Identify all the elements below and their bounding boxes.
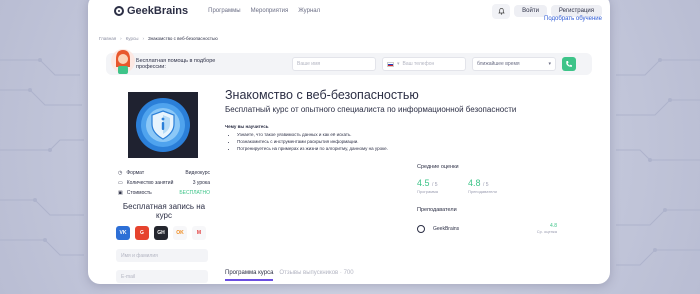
learn-heading: Чему вы научитесь bbox=[225, 124, 269, 129]
teacher-name: GeekBrains bbox=[433, 225, 460, 232]
phone-placeholder: Ваш телефон bbox=[402, 61, 435, 67]
github-login-icon[interactable]: GH bbox=[154, 226, 168, 240]
nav-link-programs[interactable]: Программы bbox=[208, 8, 240, 14]
shield-icon bbox=[136, 98, 190, 152]
odnoklassniki-login-icon[interactable]: OK bbox=[173, 226, 187, 240]
logo-text: GeekBrains bbox=[127, 5, 189, 17]
info-row-price: ▣ Стоимость БЕСПЛАТНО bbox=[118, 190, 210, 196]
rating-program-value: 4.5 bbox=[417, 178, 430, 188]
call-time-select[interactable]: ближайшее время ▾ bbox=[472, 57, 556, 71]
course-subtitle: Бесплатный курс от опытного специалиста … bbox=[225, 105, 517, 114]
breadcrumb: Главная › Курсы › Знакомство с веб-безоп… bbox=[88, 36, 610, 41]
rating-program-label: Программа bbox=[417, 189, 438, 194]
enroll-name-input[interactable]: Имя и фамилия bbox=[116, 249, 208, 262]
consultation-bar: Бесплатная помощь в подборе профессии: В… bbox=[106, 49, 592, 75]
assistant-avatar-icon bbox=[111, 49, 135, 74]
top-navigation: GeekBrains Программы Мероприятия Журнал … bbox=[88, 0, 610, 22]
average-ratings: Средние оценки 4.5 / 5 Программа 4.8 / 5… bbox=[417, 164, 497, 194]
format-label: Формат bbox=[126, 170, 145, 176]
lessons-label: Количество занятий bbox=[126, 180, 174, 186]
monitor-icon: ▭ bbox=[118, 180, 123, 186]
teacher-avatar bbox=[417, 224, 425, 233]
course-title: Знакомство с веб-безопасностью bbox=[225, 88, 419, 102]
enroll-email-input[interactable]: E-mail bbox=[116, 270, 208, 283]
rating-program-max: / 5 bbox=[432, 182, 438, 188]
nav-link-journal[interactable]: Журнал bbox=[298, 8, 320, 14]
consultation-text: Бесплатная помощь в подборе профессии: bbox=[136, 58, 216, 70]
teachers-heading: Преподаватели bbox=[417, 207, 457, 213]
nav-link-events[interactable]: Мероприятия bbox=[251, 8, 289, 14]
rating-teachers-label: Преподаватели bbox=[467, 189, 497, 194]
pick-training-link[interactable]: Подобрать обучение bbox=[544, 16, 602, 22]
ratings-row: 4.5 / 5 Программа 4.8 / 5 Преподаватели bbox=[417, 178, 497, 194]
teachers-section: Преподаватели GeekBrains 4.8 Ср. оценка bbox=[417, 207, 557, 234]
breadcrumb-home[interactable]: Главная bbox=[99, 36, 116, 41]
rating-program: 4.5 / 5 Программа bbox=[417, 178, 438, 194]
call-time-value: ближайшее время bbox=[477, 61, 520, 67]
teacher-score: 4.8 Ср. оценка bbox=[537, 223, 557, 234]
bell-icon[interactable] bbox=[492, 3, 511, 19]
russia-flag-icon bbox=[387, 61, 394, 67]
login-button[interactable]: Войти bbox=[514, 5, 547, 17]
course-header: Знакомство с веб-безопасностью Бесплатны… bbox=[225, 88, 605, 153]
phone-country-chevron-icon[interactable]: ▾ bbox=[397, 61, 400, 67]
chevron-down-icon: ▾ bbox=[548, 61, 551, 67]
info-row-lessons: ▭ Количество занятий 3 урока bbox=[118, 180, 210, 186]
rating-teachers: 4.8 / 5 Преподаватели bbox=[468, 178, 497, 194]
rating-teachers-value: 4.8 bbox=[467, 178, 481, 188]
learn-item: Познакомитесь с инструментами раскрытия … bbox=[237, 139, 605, 144]
teacher-score-label: Ср. оценка bbox=[536, 229, 557, 234]
phone-call-button[interactable] bbox=[562, 57, 576, 71]
breadcrumb-separator: › bbox=[142, 36, 144, 41]
social-login-buttons: VK G GH OK M bbox=[116, 226, 206, 240]
course-cover-image bbox=[128, 92, 198, 158]
tab-program[interactable]: Программа курса bbox=[225, 270, 274, 281]
consultation-name-input[interactable]: Ваше имя bbox=[292, 57, 376, 71]
learn-item: Потренируетесь на примерах из жизни по а… bbox=[237, 146, 605, 151]
rating-teachers-max: / 5 bbox=[483, 182, 489, 188]
nav-links: Программы Мероприятия Журнал bbox=[208, 8, 320, 14]
info-row-format: ◷ Формат Видеокурс bbox=[118, 170, 210, 176]
price-label: Стоимость bbox=[126, 190, 152, 196]
clock-icon: ◷ bbox=[118, 170, 123, 176]
vk-login-icon[interactable]: VK bbox=[116, 226, 130, 240]
course-tabs: Программа курса Отзывы выпускников · 700 bbox=[225, 270, 354, 281]
breadcrumb-current: Знакомство с веб-безопасностью bbox=[147, 36, 218, 41]
breadcrumb-separator: › bbox=[120, 36, 122, 41]
course-info-list: ◷ Формат Видеокурс ▭ Количество занятий 3 … bbox=[118, 170, 210, 200]
lessons-value: 3 урока bbox=[192, 180, 210, 186]
mailru-login-icon[interactable]: M bbox=[192, 226, 206, 240]
teacher-item[interactable]: GeekBrains 4.8 Ср. оценка bbox=[417, 223, 557, 234]
learn-item: Узнаете, что такое уязвимость данных и к… bbox=[237, 132, 605, 137]
ratings-heading: Средние оценки bbox=[417, 164, 459, 170]
google-login-icon[interactable]: G bbox=[135, 226, 149, 240]
logo[interactable]: GeekBrains bbox=[114, 5, 188, 17]
price-value: БЕСПЛАТНО bbox=[179, 190, 210, 196]
wallet-icon: ▣ bbox=[118, 190, 123, 196]
tab-reviews[interactable]: Отзывы выпускников · 700 bbox=[279, 270, 353, 281]
browser-window: GeekBrains Программы Мероприятия Журнал … bbox=[88, 0, 610, 284]
enroll-title: Бесплатная запись на курс bbox=[122, 202, 206, 220]
breadcrumb-courses[interactable]: Курсы bbox=[126, 36, 139, 41]
format-value: Видеокурс bbox=[185, 170, 210, 176]
phone-icon bbox=[566, 61, 572, 67]
learn-list: Узнаете, что такое уязвимость данных и к… bbox=[225, 132, 605, 151]
logo-icon bbox=[114, 6, 124, 16]
consultation-phone-input[interactable]: ▾ Ваш телефон bbox=[382, 57, 466, 71]
